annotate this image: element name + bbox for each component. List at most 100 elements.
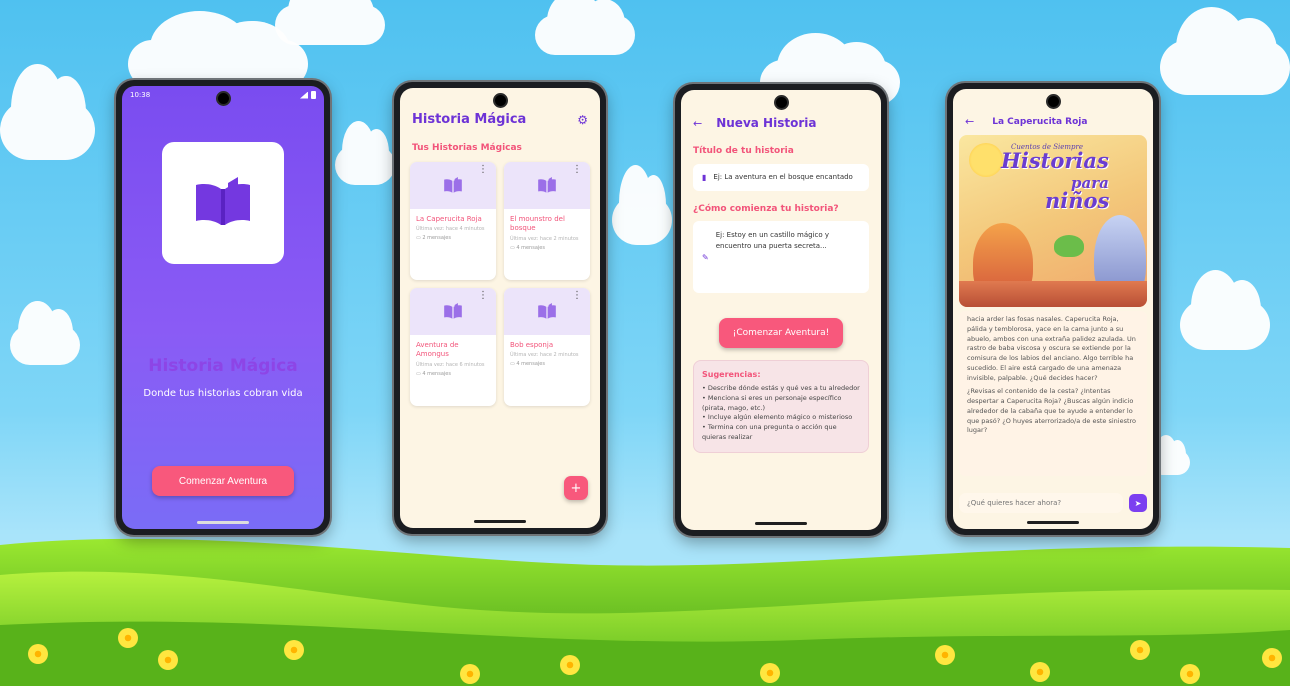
section-title: Tus Historias Mágicas [412,143,522,153]
suggestion-item: • Termina con una pregunta o acción que … [702,423,837,441]
story-title: La Caperucita Roja [416,215,482,223]
app-bar: ← La Caperucita Roja [965,115,1141,128]
app-bar: Historia Mágica ⚙ [412,112,588,127]
card-header: ⋮ [504,288,590,335]
story-message-count: ▭ 4 mensajes [416,370,451,377]
flower [158,650,178,670]
front-camera [1047,96,1059,107]
app-tagline: Donde tus historias cobran vida [143,388,303,399]
start-adventure-button[interactable]: Comenzar Aventura [152,466,294,496]
book-icon [538,177,556,193]
book-icon [444,303,462,319]
flower [1262,648,1282,668]
add-story-button[interactable]: + [564,476,588,500]
story-card[interactable]: ⋮ El mounstro del bosque Última vez: hac… [504,162,590,280]
flower [284,640,304,660]
start-adventure-button[interactable]: ¡Comenzar Aventura! [719,318,843,348]
story-paragraph: hacia arder las fosas nasales. Caperucit… [967,315,1136,382]
send-icon[interactable]: ➤ [1129,494,1147,512]
flower [1130,640,1150,660]
ground-illustration [959,281,1147,307]
fish-illustration [1054,235,1084,257]
story-grid: ⋮ La Caperucita Roja Última vez: hace 4 … [410,162,590,406]
card-header: ⋮ [504,162,590,209]
signal-icon [300,91,308,99]
open-book-icon [196,177,250,225]
chat-composer: ➤ [959,493,1147,513]
story-title-placeholder: Ej: La aventura en el bosque encantado [713,173,853,181]
suggestions-title: Sugerencias: [702,370,761,379]
suggestion-item: • Describe dónde estás y qué ves a tu al… [702,384,860,392]
story-title: El mounstro del bosque [510,215,565,233]
home-indicator[interactable] [474,520,526,523]
story-start-input[interactable]: ✎ Ej: Estoy en un castillo mágico y encu… [693,221,869,293]
story-last-seen: Última vez: hace 2 minutos [510,352,579,359]
story-message: hacia arder las fosas nasales. Caperucit… [959,311,1147,476]
suggestions-box: Sugerencias: • Describe dónde estás y qu… [693,360,869,453]
gear-icon[interactable]: ⚙ [577,113,588,127]
page-title: Nueva Historia [716,116,817,130]
sun-illustration [969,143,1003,177]
story-last-seen: Última vez: hace 2 minutos [510,235,579,242]
front-camera [494,95,506,106]
suggestion-item: • Incluye algún elemento mágico o mister… [702,413,853,422]
cover-title: Historias para niños [1001,148,1143,213]
story-start-placeholder: Ej: Estoy en un castillo mágico y encuen… [715,231,830,250]
book-icon [538,303,556,319]
story-last-seen: Última vez: hace 6 minutos [416,361,485,368]
cover-title-line-1: Historias [1001,148,1109,173]
app-title: Historia Mágica [148,356,298,376]
flower [28,644,48,664]
phone-library: Historia Mágica ⚙ Tus Historias Mágicas … [394,82,606,534]
front-camera [775,97,787,108]
home-indicator[interactable] [197,521,249,524]
page-title: Historia Mágica [412,112,527,127]
phone-new-story: ← Nueva Historia Título de tu historia ▮… [675,84,887,536]
home-indicator[interactable] [755,522,807,525]
more-vert-icon[interactable]: ⋮ [572,291,582,301]
cover-title-line-3: niños [1045,187,1110,213]
story-message-count: ▭ 2 mensajes [416,235,451,242]
story-message-count: ▭ 4 mensajes [510,244,545,251]
story-chat-screen: ← La Caperucita Roja Cuentos de Siempre … [953,89,1153,529]
story-card[interactable]: ⋮ Aventura de Amongus Última vez: hace 6… [410,288,496,406]
story-cover-image: Cuentos de Siempre Historias para niños [959,135,1147,307]
story-last-seen: Última vez: hace 4 minutos [416,226,485,233]
flower [118,628,138,648]
story-title-label: Título de tu historia [693,146,794,156]
book-icon: ▮ [702,173,707,182]
story-card[interactable]: ⋮ La Caperucita Roja Última vez: hace 4 … [410,162,496,280]
status-icons [300,91,316,99]
story-card[interactable]: ⋮ Bob esponja Última vez: hace 2 minutos… [504,288,590,406]
page-title: La Caperucita Roja [992,116,1088,127]
battery-icon [311,91,316,99]
phone-splash: 10:38 Historia Mágica Donde tus historia… [116,80,330,535]
back-arrow-icon[interactable]: ← [965,115,974,128]
action-input[interactable] [959,493,1123,513]
story-title: Bob esponja [510,341,554,349]
flower [1180,664,1200,684]
story-title-input[interactable]: ▮ Ej: La aventura en el bosque encantado [693,164,869,191]
more-vert-icon[interactable]: ⋮ [478,291,488,301]
flower [760,663,780,683]
app-logo [162,142,284,264]
story-start-label: ¿Cómo comienza tu historia? [693,204,839,214]
suggestion-item: • Menciona si eres un personaje específi… [702,393,842,412]
home-indicator[interactable] [1027,521,1079,524]
splash-screen: 10:38 Historia Mágica Donde tus historia… [122,86,324,529]
more-vert-icon[interactable]: ⋮ [572,165,582,175]
status-time: 10:38 [130,91,151,99]
flower [935,645,955,665]
phone-story-chat: ← La Caperucita Roja Cuentos de Siempre … [947,83,1159,535]
card-header: ⋮ [410,288,496,335]
flower [560,655,580,675]
back-arrow-icon[interactable]: ← [693,117,702,130]
story-paragraph: ¿Revisas el contenido de la cesta? ¿Inte… [967,387,1137,435]
more-vert-icon[interactable]: ⋮ [478,165,488,175]
new-story-screen: ← Nueva Historia Título de tu historia ▮… [681,90,881,530]
app-bar: ← Nueva Historia [693,116,869,130]
pencil-icon: ✎ [702,252,709,262]
story-message-count: ▭ 4 mensajes [510,361,545,368]
story-title: Aventura de Amongus [416,341,459,359]
flower [460,664,480,684]
